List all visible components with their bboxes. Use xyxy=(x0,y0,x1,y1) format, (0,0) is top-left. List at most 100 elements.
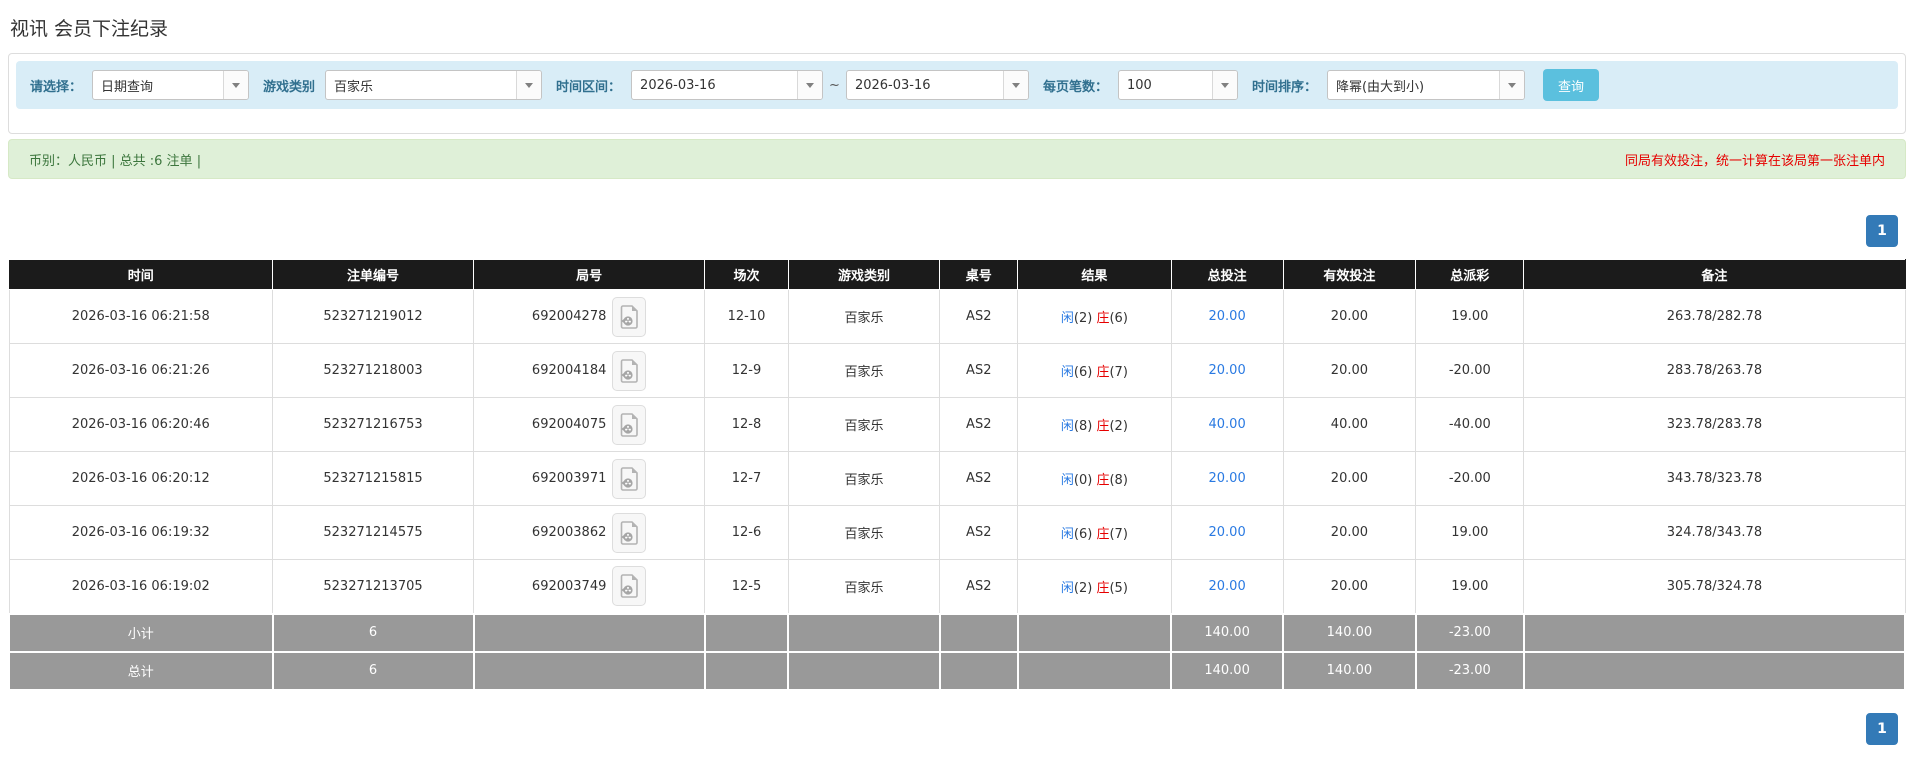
summary-bar: 币别：人民币 | 总共 :6 注单 | 同局有效投注，统一计算在该局第一张注单内 xyxy=(8,139,1906,179)
footer-empty xyxy=(787,612,941,653)
chevron-down-icon[interactable] xyxy=(1498,71,1524,99)
cell-bet-id: 523271215815 xyxy=(272,451,474,506)
footer-empty xyxy=(1016,650,1173,691)
column-header: 时间 xyxy=(8,259,274,290)
cell-game-type: 百家乐 xyxy=(787,289,941,344)
video-replay-button[interactable] xyxy=(612,566,647,607)
time-sort-select[interactable]: 降幂(由大到小) xyxy=(1326,70,1525,100)
cell-round-id: 692003971 xyxy=(472,451,706,506)
chevron-down-icon[interactable] xyxy=(797,71,823,99)
cell-game-type: 百家乐 xyxy=(787,451,941,506)
table-row: 2026-03-16 06:21:58 523271219012 692004278… xyxy=(8,289,1906,344)
video-replay-button[interactable] xyxy=(612,458,647,499)
page-title: 视讯 会员下注纪录 xyxy=(10,18,169,40)
video-file-icon xyxy=(621,412,639,437)
cell-session: 12-9 xyxy=(704,343,789,398)
cell-valid-bet: 20.00 xyxy=(1282,505,1417,560)
cell-table-no: AS2 xyxy=(939,343,1019,398)
total-bet-link[interactable]: 20.00 xyxy=(1209,579,1246,594)
result-player-value: (6) xyxy=(1073,365,1093,380)
footer-empty xyxy=(1016,612,1173,653)
cell-bet-id: 523271219012 xyxy=(272,289,474,344)
date-to-select[interactable]: 2026-03-16 xyxy=(845,70,1029,100)
video-replay-button[interactable] xyxy=(612,296,647,337)
result-banker-label: 庄 xyxy=(1096,473,1110,488)
total-bet-link[interactable]: 40.00 xyxy=(1209,417,1246,432)
result-player-label: 闲 xyxy=(1060,419,1074,434)
cell-round-id: 692004075 xyxy=(472,397,706,452)
chevron-down-icon[interactable] xyxy=(1211,71,1237,99)
cell-time: 2026-03-16 06:20:12 xyxy=(8,451,274,506)
cell-valid-bet: 20.00 xyxy=(1282,289,1417,344)
result-player-value: (6) xyxy=(1073,527,1093,542)
round-id-value: 692003749 xyxy=(531,578,607,594)
date-from-select[interactable]: 2026-03-16 xyxy=(631,70,824,100)
cell-time: 2026-03-16 06:21:58 xyxy=(8,289,274,344)
chevron-down-icon[interactable] xyxy=(1002,71,1028,99)
video-replay-button[interactable] xyxy=(612,404,647,445)
bet-records-table: 时间 注单编号 局号 场次 游戏类别 桌号 结果 总投注 有效投注 总派彩 备注 2026-03-1… xyxy=(8,259,1907,691)
cell-result: 闲(0) 庄(8) xyxy=(1017,451,1172,506)
cell-time: 2026-03-16 06:21:26 xyxy=(8,343,274,398)
cell-total-bet: 20.00 xyxy=(1170,343,1284,398)
video-file-icon xyxy=(621,466,639,491)
page: 视讯 会员下注纪录 请选择： 日期查询 游戏类别 百家乐 时间区间： 2026-… xyxy=(0,14,1914,745)
video-file-icon xyxy=(621,304,639,329)
footer-payout: -23.00 xyxy=(1414,650,1525,691)
query-type-label: 请选择： xyxy=(30,79,83,95)
cell-remark: 324.78/343.78 xyxy=(1523,505,1906,560)
chevron-down-icon[interactable] xyxy=(223,71,249,99)
footer-valid-bet: 140.00 xyxy=(1282,612,1417,653)
column-header: 游戏类别 xyxy=(787,259,941,290)
video-file-icon xyxy=(621,358,639,383)
table-header-row: 时间 注单编号 局号 场次 游戏类别 桌号 结果 总投注 有效投注 总派彩 备注 xyxy=(8,259,1906,290)
page-size-label: 每页笔数： xyxy=(1042,79,1108,95)
video-replay-button[interactable] xyxy=(612,350,647,391)
footer-empty xyxy=(787,650,941,691)
footer-count: 6 xyxy=(271,650,475,691)
cell-payout: -20.00 xyxy=(1415,343,1525,398)
footer-label: 总计 xyxy=(8,650,274,691)
page-button-1[interactable]: 1 xyxy=(1866,215,1898,247)
page-size-select[interactable]: 100 xyxy=(1117,70,1238,100)
cell-round-id: 692004184 xyxy=(472,343,706,398)
video-replay-button[interactable] xyxy=(612,512,647,553)
date-to-value: 2026-03-16 xyxy=(854,77,931,93)
cell-bet-id: 523271218003 xyxy=(272,343,474,398)
round-id-value: 692004278 xyxy=(531,309,607,324)
cell-session: 12-7 xyxy=(704,451,789,506)
date-range-tilde: ~ xyxy=(829,77,840,93)
cell-result: 闲(2) 庄(6) xyxy=(1017,289,1172,344)
result-banker-label: 庄 xyxy=(1096,365,1110,380)
page-size-value: 100 xyxy=(1126,77,1152,93)
video-file-icon xyxy=(621,574,639,599)
cell-round-id: 692003749 xyxy=(472,559,706,614)
total-bet-link[interactable]: 20.00 xyxy=(1209,525,1246,540)
cell-table-no: AS2 xyxy=(939,397,1019,452)
column-header: 场次 xyxy=(704,259,789,290)
cell-game-type: 百家乐 xyxy=(787,397,941,452)
result-player-label: 闲 xyxy=(1060,311,1074,326)
total-bet-link[interactable]: 20.00 xyxy=(1209,309,1246,324)
cell-total-bet: 20.00 xyxy=(1170,289,1284,344)
game-type-select[interactable]: 百家乐 xyxy=(325,70,543,100)
query-type-select[interactable]: 日期查询 xyxy=(92,70,250,100)
cell-table-no: AS2 xyxy=(939,289,1019,344)
footer-empty xyxy=(1522,650,1907,691)
search-button[interactable]: 查询 xyxy=(1542,69,1599,101)
cell-total-bet: 20.00 xyxy=(1170,451,1284,506)
time-sort-value: 降幂(由大到小) xyxy=(1335,79,1425,95)
page-button-1[interactable]: 1 xyxy=(1866,712,1898,745)
footer-valid-bet: 140.00 xyxy=(1282,650,1417,691)
cell-bet-id: 523271216753 xyxy=(272,397,474,452)
table-row: 2026-03-16 06:19:32 523271214575 692003862… xyxy=(8,505,1906,560)
column-header: 有效投注 xyxy=(1282,259,1417,290)
query-type-value: 日期查询 xyxy=(101,79,154,95)
cell-payout: -40.00 xyxy=(1415,397,1525,452)
chevron-down-icon[interactable] xyxy=(516,71,542,99)
total-bet-link[interactable]: 20.00 xyxy=(1209,363,1246,378)
round-id-group: 692003862 xyxy=(532,512,647,553)
cell-payout: 19.00 xyxy=(1415,559,1525,614)
total-bet-link[interactable]: 20.00 xyxy=(1209,471,1246,486)
result-banker-label: 庄 xyxy=(1096,419,1110,434)
